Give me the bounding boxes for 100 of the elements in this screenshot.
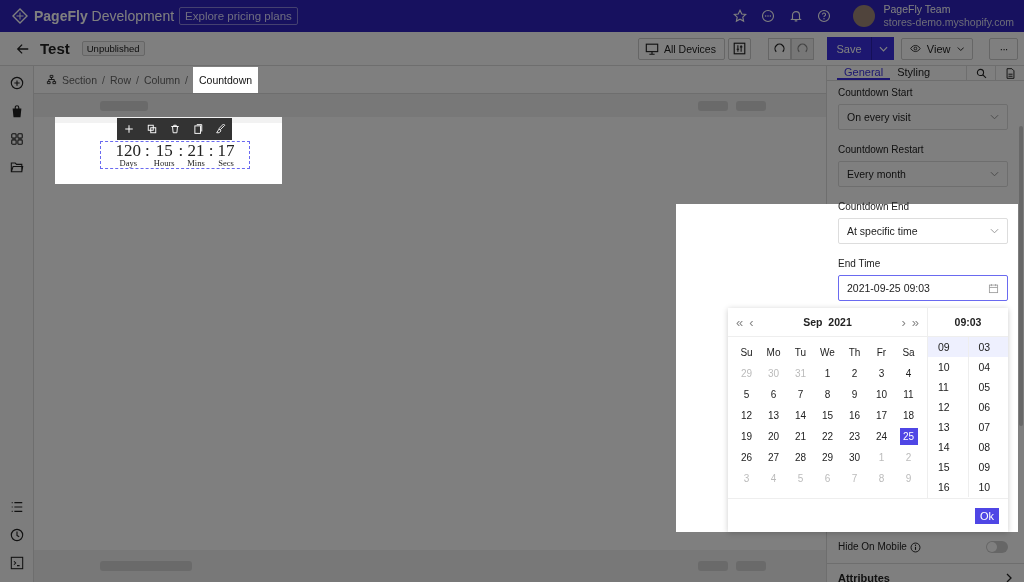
duplicate-icon[interactable]: [146, 124, 157, 134]
calendar-day[interactable]: 9: [845, 386, 864, 403]
bell-icon[interactable]: [789, 9, 804, 23]
calendar-day[interactable]: 6: [764, 386, 783, 403]
help-icon[interactable]: [817, 9, 832, 23]
device-button[interactable]: All Devices: [638, 37, 725, 60]
logo-icon: [12, 8, 28, 24]
minute-option[interactable]: 03: [968, 337, 1008, 357]
hour-option[interactable]: 13: [928, 417, 968, 437]
list-icon[interactable]: [9, 500, 24, 514]
breadcrumb-separator: /: [135, 73, 139, 86]
calendar-day[interactable]: 2: [845, 365, 864, 382]
minute-option[interactable]: 08: [968, 437, 1008, 457]
settings-button[interactable]: [728, 37, 751, 60]
calendar-day[interactable]: 13: [764, 407, 783, 424]
chevron-down-icon: [990, 171, 999, 177]
calendar-day[interactable]: 20: [764, 428, 783, 445]
trash-icon[interactable]: [169, 124, 180, 134]
folder-icon[interactable]: [9, 160, 24, 174]
minute-option[interactable]: 10: [968, 477, 1008, 497]
calendar-day[interactable]: 11: [899, 386, 918, 403]
toggle-switch[interactable]: [986, 541, 1008, 553]
calendar-day[interactable]: 8: [818, 386, 837, 403]
calendar-day[interactable]: 10: [872, 386, 891, 403]
calendar-day[interactable]: 21: [791, 428, 810, 445]
calendar-day[interactable]: 18: [899, 407, 918, 424]
hour-option[interactable]: 14: [928, 437, 968, 457]
calendar-day[interactable]: 4: [899, 365, 918, 382]
next-button[interactable]: »: [911, 314, 919, 330]
more-button[interactable]: ···: [989, 37, 1018, 60]
clipboard-icon[interactable]: [192, 124, 203, 134]
calendar-day[interactable]: 25: [899, 428, 918, 445]
minute-option[interactable]: 04: [968, 357, 1008, 377]
clock-icon[interactable]: [9, 528, 24, 542]
calendar-day[interactable]: 3: [872, 365, 891, 382]
minute-option[interactable]: 05: [968, 377, 1008, 397]
calendar-day[interactable]: 24: [872, 428, 891, 445]
terminal-icon[interactable]: [9, 556, 24, 570]
view-button[interactable]: View: [901, 37, 973, 60]
breadcrumb-item[interactable]: Countdown: [193, 66, 259, 93]
section-header[interactable]: Attributes: [827, 563, 1024, 582]
chat-icon[interactable]: [761, 9, 776, 23]
hour-option[interactable]: 15: [928, 457, 968, 477]
scrollbar[interactable]: [1019, 126, 1023, 426]
countdown-section[interactable]: 120 Days : 15 Hours : 21 Mins : 17 Secs: [55, 117, 282, 184]
weekday-label: Fr: [875, 346, 888, 360]
select-field[interactable]: Every month: [838, 161, 1008, 187]
calendar-day[interactable]: 17: [872, 407, 891, 424]
calendar-day[interactable]: 22: [818, 428, 837, 445]
panel-tab[interactable]: Styling: [890, 66, 938, 80]
weekday-label: We: [819, 346, 836, 360]
minute-option[interactable]: 09: [968, 457, 1008, 477]
add-icon[interactable]: [9, 76, 24, 90]
calendar-day[interactable]: 19: [737, 428, 756, 445]
calendar-day[interactable]: 28: [791, 449, 810, 466]
ok-button[interactable]: Ok: [974, 507, 999, 524]
select-field[interactable]: On every visit: [838, 104, 1008, 130]
brush-icon[interactable]: [215, 124, 226, 134]
document-icon[interactable]: [1004, 67, 1016, 79]
countdown-value: 21: [187, 142, 205, 159]
calendar-day[interactable]: 12: [737, 407, 756, 424]
hour-option[interactable]: 11: [928, 377, 968, 397]
month-year-label[interactable]: Sep 2021: [803, 316, 852, 328]
breadcrumb-separator: /: [102, 73, 105, 86]
countdown-value: 17: [217, 142, 235, 159]
next-button[interactable]: ›: [901, 314, 906, 330]
previous-button[interactable]: ‹: [749, 314, 754, 330]
select-field[interactable]: At specific time: [838, 218, 1008, 244]
undo-button[interactable]: [768, 37, 791, 60]
calendar-day[interactable]: 16: [845, 407, 864, 424]
minute-option[interactable]: 07: [968, 417, 1008, 437]
previous-button[interactable]: «: [736, 314, 744, 330]
calendar-day[interactable]: 15: [818, 407, 837, 424]
calendar-day[interactable]: 26: [737, 449, 756, 466]
hour-option[interactable]: 12: [928, 397, 968, 417]
hour-option[interactable]: 09: [928, 337, 968, 357]
calendar-day[interactable]: 5: [737, 386, 756, 403]
calendar-icon: [988, 282, 999, 294]
star-icon[interactable]: [733, 9, 748, 23]
minute-option[interactable]: 06: [968, 397, 1008, 417]
calendar-day[interactable]: 30: [845, 449, 864, 466]
field-label: End Time: [838, 258, 882, 270]
date-input-field[interactable]: 2021-09-25 09:03: [838, 275, 1008, 301]
calendar-day[interactable]: 7: [791, 386, 810, 403]
hour-option[interactable]: 16: [928, 477, 968, 497]
calendar-day[interactable]: 1: [818, 365, 837, 382]
calendar-day[interactable]: 23: [845, 428, 864, 445]
calendar-day[interactable]: 14: [791, 407, 810, 424]
hour-option[interactable]: 10: [928, 357, 968, 377]
caret-icon: [956, 45, 964, 52]
grid-icon[interactable]: [9, 132, 24, 146]
save-button[interactable]: Save: [827, 37, 872, 60]
countdown-value: 15: [155, 142, 173, 159]
calendar-day[interactable]: 27: [764, 449, 783, 466]
chevron-down-icon: [990, 228, 999, 234]
panel-tab[interactable]: General: [837, 66, 891, 80]
info-icon: [909, 541, 921, 553]
back-arrow-icon[interactable]: [16, 41, 30, 56]
calendar-day[interactable]: 29: [818, 449, 837, 466]
search-icon[interactable]: [975, 67, 987, 79]
